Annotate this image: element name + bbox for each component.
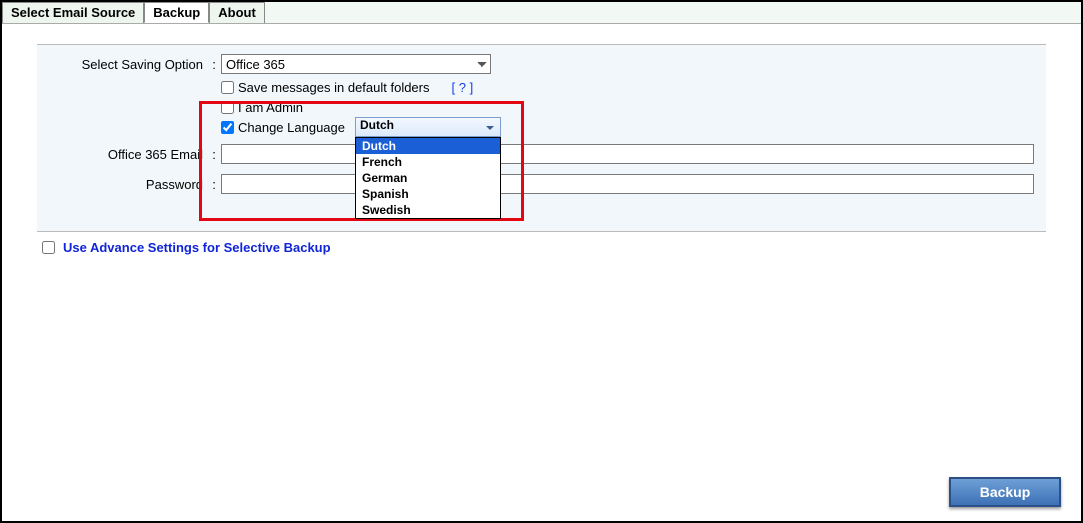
email-label: Office 365 Email: [37, 147, 207, 162]
office365-email-input[interactable]: [221, 144, 1034, 164]
language-option-german[interactable]: German: [356, 170, 500, 186]
advance-settings-checkbox[interactable]: [42, 241, 55, 254]
change-language-label: Change Language: [238, 120, 345, 135]
language-option-spanish[interactable]: Spanish: [356, 186, 500, 202]
save-default-folders-checkbox[interactable]: [221, 81, 234, 94]
saving-option-label: Select Saving Option: [37, 57, 207, 72]
i-am-admin-checkbox[interactable]: [221, 101, 234, 114]
saving-option-select[interactable]: Office 365: [221, 54, 491, 74]
backup-button[interactable]: Backup: [949, 477, 1061, 507]
advance-settings-label[interactable]: Use Advance Settings for Selective Backu…: [63, 240, 331, 255]
language-select[interactable]: Dutch: [355, 117, 501, 137]
language-option-dutch[interactable]: Dutch: [356, 138, 500, 154]
tab-strip: Select Email Source Backup About: [2, 2, 1081, 24]
help-link[interactable]: [ ? ]: [452, 80, 474, 95]
i-am-admin-label: I am Admin: [238, 100, 303, 115]
chevron-down-icon: [483, 121, 497, 135]
language-dropdown: Dutch French German Spanish Swedish: [355, 137, 501, 219]
tab-backup[interactable]: Backup: [144, 2, 209, 23]
tab-content: Select Saving Option : Office 365 Save m…: [2, 24, 1081, 521]
backup-form-panel: Select Saving Option : Office 365 Save m…: [37, 44, 1046, 232]
password-label: Password: [37, 177, 207, 192]
tab-about[interactable]: About: [209, 2, 265, 23]
save-default-folders-label: Save messages in default folders: [238, 80, 430, 95]
language-option-swedish[interactable]: Swedish: [356, 202, 500, 218]
change-language-checkbox[interactable]: [221, 121, 234, 134]
tab-select-email-source[interactable]: Select Email Source: [2, 2, 144, 23]
language-select-value: Dutch: [360, 118, 394, 132]
main-window: Select Email Source Backup About Select …: [0, 0, 1083, 523]
language-option-french[interactable]: French: [356, 154, 500, 170]
password-input[interactable]: [221, 174, 1034, 194]
